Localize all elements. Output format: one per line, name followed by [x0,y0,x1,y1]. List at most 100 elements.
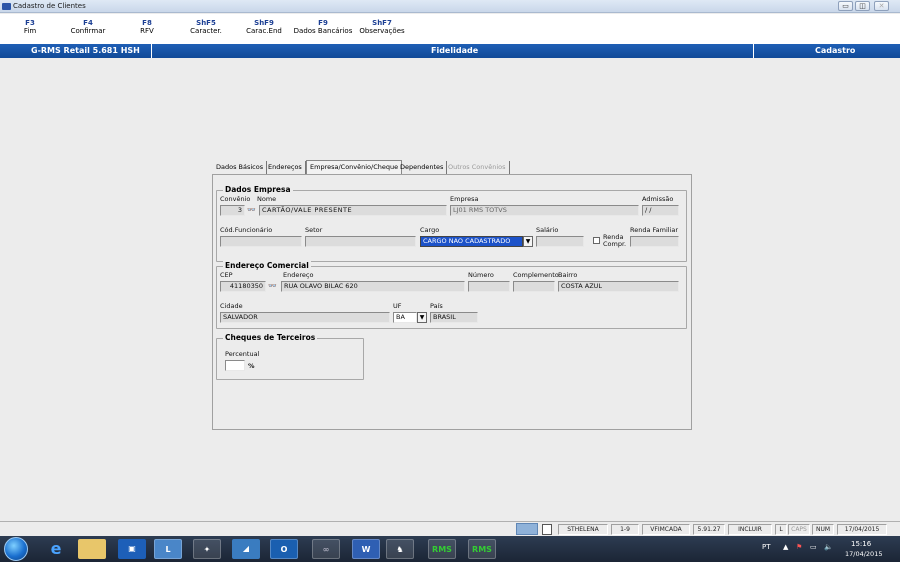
paint-icon[interactable]: ◢ [232,539,260,559]
status-l: L [775,524,787,535]
status-mode: INCLUIR [728,524,772,535]
tray-expand-icon[interactable]: ▲ [783,543,788,551]
tab-empresa-convenio-cheque[interactable]: Empresa/Convênio/Cheque [306,160,403,174]
maximize-button[interactable]: ◫ [855,1,870,11]
uf-dropdown-arrow-icon[interactable]: ▼ [417,312,427,323]
percent-sign: % [248,362,255,370]
close-button[interactable]: ✕ [874,1,889,11]
tab-content: Dados Empresa Convênio Nome Empresa Admi… [212,174,692,430]
module-name: Fidelidade [431,46,479,55]
uf-select[interactable]: BA [393,312,417,323]
fkey-caracter[interactable]: ShF5 Caracter. [176,19,236,36]
app-icon[interactable]: ♞ [386,539,414,559]
percentual-label: Percentual [225,350,260,358]
cargo-label: Cargo [420,226,440,234]
minimize-button[interactable]: ▭ [838,1,853,11]
status-code: 1-9 [611,524,639,535]
header-separator [753,44,754,58]
admissao-label: Admissão [642,195,674,203]
internet-explorer-icon[interactable]: e [42,539,70,559]
binoculars-search-icon[interactable]: 👓 [246,205,257,216]
cep-field[interactable]: 41180350 [220,281,266,292]
module-header-bar: G-RMS Retail 5.681 HSH Fidelidade Cadast… [0,44,900,58]
action-center-flag-icon[interactable]: ⚑ [796,543,802,551]
nome-field[interactable]: CARTÃO/VALE PRESENTE [259,205,447,216]
network-icon[interactable]: ∞ [312,539,340,559]
tab-enderecos[interactable]: Endereços [265,161,306,174]
status-caps: CAPS [788,524,810,535]
pais-label: País [430,302,443,310]
app-version: G-RMS Retail 5.681 HSH [31,46,140,55]
binoculars-search-icon[interactable]: 👓 [267,281,278,292]
uf-label: UF [393,302,402,310]
volume-icon[interactable]: 🔈 [824,543,833,551]
complemento-label: Complemento [513,271,559,279]
clock-date[interactable]: 17/04/2015 [845,550,882,558]
admissao-field[interactable]: / / [642,205,679,216]
numero-field[interactable] [468,281,510,292]
cidade-label: Cidade [220,302,243,310]
media-icon[interactable]: ▣ [118,539,146,559]
bairro-field[interactable]: COSTA AZUL [558,281,679,292]
fkey-confirmar[interactable]: F4 Confirmar [58,19,118,36]
group-title: Cheques de Terceiros [223,333,318,342]
header-separator [151,44,152,58]
start-button[interactable] [4,537,28,561]
group-title: Dados Empresa [223,185,293,194]
clock-time[interactable]: 15:16 [851,540,871,548]
fkey-rfv[interactable]: F8 RFV [117,19,177,36]
outlook-icon[interactable]: O [270,539,298,559]
cod-funcionario-label: Cód.Funcionário [220,226,273,234]
tab-outros-convenios: Outros Convênios [445,161,510,174]
tab-dependentes[interactable]: Dependentes [397,161,448,174]
group-endereco-comercial: Endereço Comercial CEP Endereço Número C… [216,261,687,329]
rms-icon[interactable]: RMS [428,539,456,559]
convenio-field[interactable]: 3 [220,205,245,216]
cod-funcionario-field[interactable] [220,236,302,247]
section-name: Cadastro [815,46,856,55]
cargo-select[interactable]: CARGO NAO CADASTRADO [420,236,523,247]
empresa-field[interactable]: LJ01 RMS TOTVS [450,205,639,216]
group-title: Endereço Comercial [223,261,311,270]
pais-field[interactable]: BRASIL [430,312,478,323]
status-user: STHELENA [558,524,608,535]
renda-compr-label: Compr. [603,240,627,248]
percentual-field[interactable] [225,360,245,371]
salario-label: Salário [536,226,559,234]
word-icon[interactable]: W [352,539,380,559]
convenio-label: Convênio [220,195,251,203]
endereco-field[interactable]: RUA OLAVO BILAC 620 [281,281,465,292]
empresa-label: Empresa [450,195,479,203]
endereco-label: Endereço [283,271,314,279]
group-dados-empresa: Dados Empresa Convênio Nome Empresa Admi… [216,185,687,262]
renda-familiar-field[interactable] [630,236,679,247]
customer-form-panel: Dados Básicos Endereços Empresa/Convênio… [211,158,692,430]
complemento-field[interactable] [513,281,555,292]
cargo-dropdown-arrow-icon[interactable]: ▼ [523,236,533,247]
language-indicator[interactable]: PT [762,543,771,551]
fkey-carac-end[interactable]: ShF9 Carac.End [234,19,294,36]
window-title: Cadastro de Clientes [13,2,86,10]
salario-field[interactable] [536,236,584,247]
renda-familiar-label: Renda Familiar [630,226,679,234]
file-explorer-icon[interactable] [78,539,106,559]
document-icon [542,524,552,535]
bairro-label: Bairro [558,271,578,279]
setor-label: Setor [305,226,323,234]
fkey-dados-bancarios[interactable]: F9 Dados Bancários [293,19,353,36]
renda-compr-checkbox[interactable] [593,237,600,244]
rms-icon[interactable]: RMS [468,539,496,559]
lync-icon[interactable]: L [154,539,182,559]
window-titlebar[interactable]: Cadastro de Clientes ▭ ◫ ✕ [0,0,900,13]
tab-dados-basicos[interactable]: Dados Básicos [213,161,268,174]
setor-field[interactable] [305,236,416,247]
numero-label: Número [468,271,494,279]
fkey-fim[interactable]: F3 Fim [0,19,60,36]
cep-label: CEP [220,271,233,279]
cidade-field[interactable]: SALVADOR [220,312,390,323]
fkey-observacoes[interactable]: ShF7 Observações [352,19,412,36]
network-tray-icon[interactable]: ▭ [810,543,817,551]
tools-icon[interactable]: ✦ [193,539,221,559]
nome-label: Nome [257,195,277,203]
status-bar: STHELENA 1-9 VFIMCADA 5.91.27 INCLUIR L … [0,521,900,536]
